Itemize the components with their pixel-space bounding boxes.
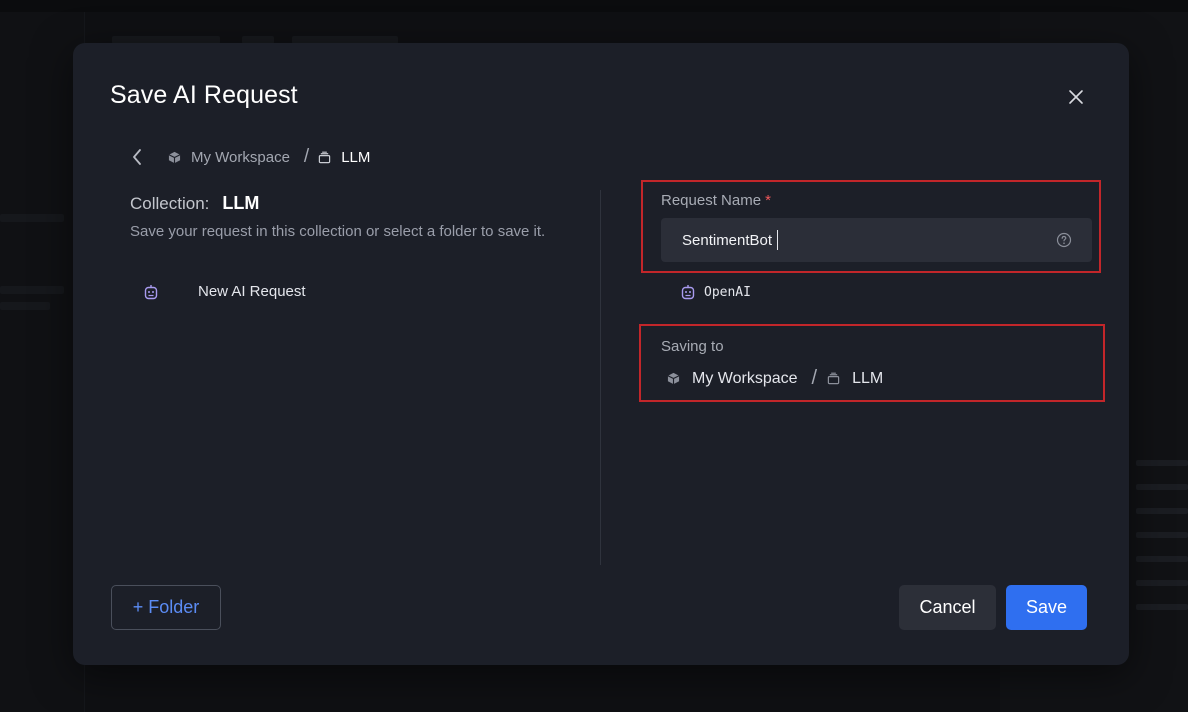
collection-label: Collection: (130, 194, 210, 213)
chevron-left-icon (133, 149, 141, 165)
collection-description: Save your request in this collection or … (130, 223, 546, 240)
request-name-label: Request Name * (661, 192, 771, 209)
background-panel-line (1136, 556, 1188, 562)
column-divider (600, 190, 601, 565)
robot-icon (144, 284, 158, 300)
robot-icon (681, 284, 695, 300)
collection-icon (827, 372, 840, 385)
background-panel-line (1136, 460, 1188, 466)
saving-to-highlight (639, 324, 1105, 402)
collection-heading: Collection: LLM (130, 193, 600, 214)
saving-to-workspace: My Workspace (667, 370, 798, 388)
saving-to-label: Saving to (661, 338, 724, 355)
breadcrumb-workspace-label: My Workspace (191, 148, 290, 166)
list-item[interactable]: New AI Request (144, 283, 306, 300)
dialog-title: Save AI Request (110, 81, 298, 109)
saving-to-separator: / (811, 367, 818, 389)
required-marker: * (765, 192, 771, 209)
background-panel-line (1136, 604, 1188, 610)
close-button[interactable] (1062, 83, 1090, 111)
help-icon[interactable] (1056, 232, 1072, 248)
breadcrumb-collection-label: LLM (341, 148, 371, 166)
background-sidebar-line (0, 286, 64, 294)
saving-to-collection: LLM (827, 370, 883, 388)
background-sidebar-line (0, 214, 64, 222)
breadcrumb-separator: / (303, 146, 310, 167)
background-panel-line (1136, 580, 1188, 586)
request-name-label-text: Request Name (661, 192, 762, 209)
collection-icon (318, 151, 331, 164)
back-button[interactable] (128, 146, 146, 168)
model-provider: OpenAI (681, 284, 751, 300)
saving-to-path: My Workspace / LLM (667, 367, 883, 390)
background-sidebar-line (0, 302, 50, 310)
save-ai-request-dialog: Save AI Request My Workspace / LLM Colle… (73, 43, 1129, 665)
workspace-icon (667, 372, 680, 385)
list-item-label: New AI Request (198, 283, 306, 300)
cancel-button[interactable]: Cancel (899, 585, 996, 630)
breadcrumb: My Workspace / LLM (128, 146, 370, 168)
collection-panel: Collection: LLM Save your request in thi… (130, 193, 600, 300)
background-topbar (0, 0, 1188, 12)
text-caret (777, 230, 778, 250)
request-name-field (661, 218, 1092, 262)
background-panel-line (1136, 532, 1188, 538)
saving-to-workspace-label: My Workspace (692, 369, 798, 387)
workspace-icon (168, 151, 181, 164)
breadcrumb-collection: LLM (318, 149, 370, 166)
background-panel-line (1136, 508, 1188, 514)
save-button[interactable]: Save (1006, 585, 1087, 630)
saving-to-collection-label: LLM (852, 369, 884, 387)
background-panel-line (1136, 484, 1188, 490)
close-icon (1069, 90, 1083, 104)
request-name-input[interactable] (682, 218, 1042, 262)
collection-name: LLM (222, 193, 260, 213)
add-folder-button[interactable]: + Folder (111, 585, 221, 630)
provider-label: OpenAI (704, 284, 751, 300)
breadcrumb-workspace[interactable]: My Workspace (168, 149, 290, 166)
